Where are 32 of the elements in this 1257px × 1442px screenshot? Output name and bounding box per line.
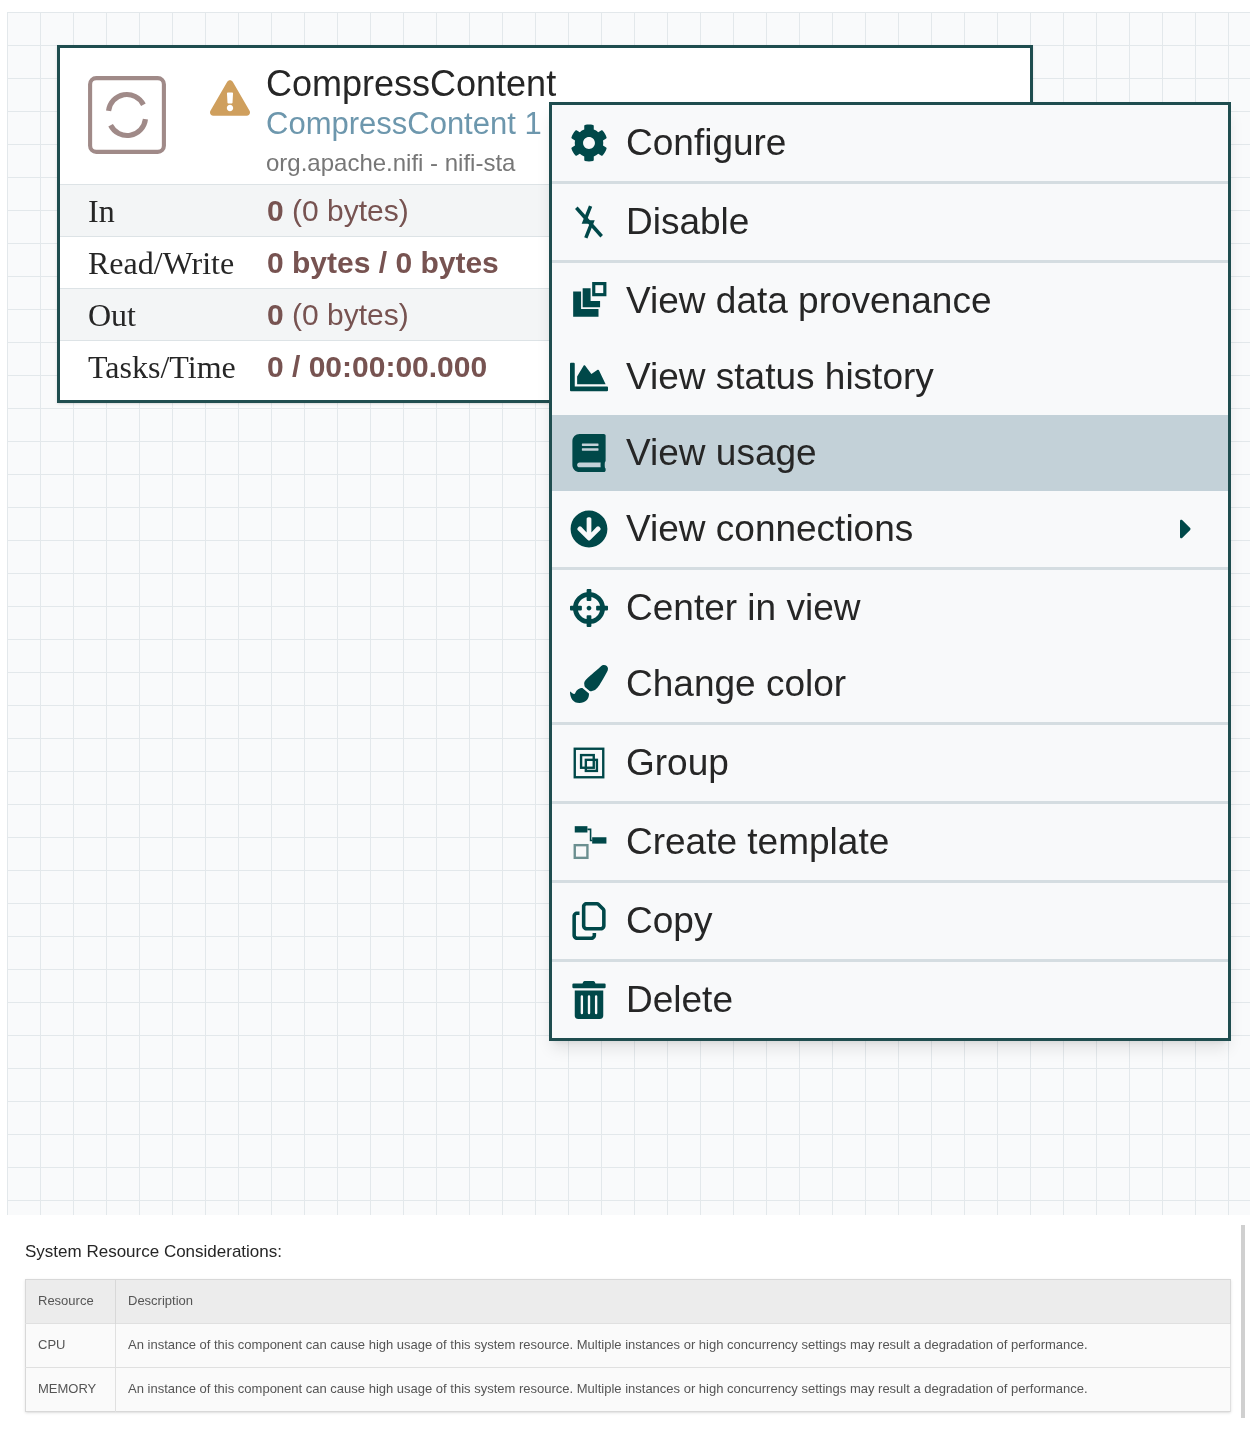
menu-item[interactable]: Create template xyxy=(552,804,1228,880)
stat-label: Out xyxy=(87,295,137,335)
processor-icon xyxy=(86,74,168,156)
menu-item[interactable]: View connections xyxy=(552,491,1228,567)
processor-name: CompressContent xyxy=(266,64,557,104)
menu-item[interactable]: Change color xyxy=(552,646,1228,722)
stat-value: 0 (0 bytes) xyxy=(267,297,409,333)
menu-item[interactable]: Center in view xyxy=(552,570,1228,646)
provenance-icon xyxy=(570,282,608,320)
stat-label: Tasks/Time xyxy=(87,347,237,387)
stat-value: 0 / 00:00:00.000 xyxy=(267,349,488,385)
table-cell: An instance of this component can cause high usage of this system resource. Multiple instances or high concurrency settings may result a degradation of performance. xyxy=(115,1367,1231,1411)
menu-item[interactable]: Delete xyxy=(552,962,1228,1038)
section-title: System Resource Considerations: xyxy=(25,1241,283,1263)
processor-bundle: org.apache.nifi - nifi-sta xyxy=(266,148,517,178)
book-icon xyxy=(570,434,608,472)
crosshairs-icon xyxy=(570,589,608,627)
menu-item[interactable]: Group xyxy=(552,725,1228,801)
table-cell: MEMORY xyxy=(25,1367,116,1411)
gear-icon xyxy=(570,124,608,162)
stat-value: 0 (0 bytes) xyxy=(267,193,409,229)
menu-item[interactable]: View usage xyxy=(552,415,1228,491)
processor-type: CompressContent 1 xyxy=(266,105,543,143)
warning-icon xyxy=(210,80,250,116)
copy-icon xyxy=(570,902,608,940)
paintbrush-icon xyxy=(570,665,608,703)
delete-icon xyxy=(570,981,608,1019)
stat-value: 0 bytes / 0 bytes xyxy=(267,245,499,281)
stat-label: Read/Write xyxy=(87,243,236,283)
stat-label: In xyxy=(87,191,116,231)
menu-item[interactable]: Copy xyxy=(552,883,1228,959)
menu-item[interactable]: Disable xyxy=(552,184,1228,260)
